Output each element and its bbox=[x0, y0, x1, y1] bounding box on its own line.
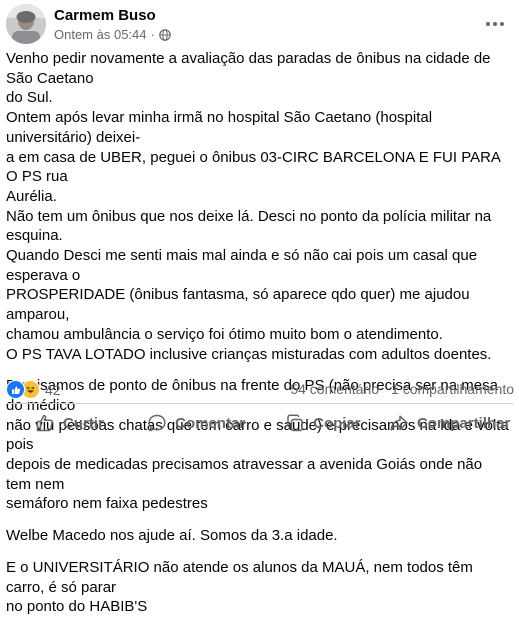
comment-label: Comentar bbox=[175, 414, 246, 432]
post-text-line: PROSPERIDADE (ônibus fantasma, só aparec… bbox=[6, 286, 470, 324]
post-text-line: O PS TAVA LOTADO inclusive crianças mist… bbox=[6, 345, 492, 363]
more-dots-icon bbox=[486, 22, 490, 26]
post-paragraph: Welbe Macedo nos ajude aí. Somos da 3.a … bbox=[6, 526, 511, 546]
post-paragraph: E o UNIVERSITÁRIO não atende os alunos d… bbox=[6, 558, 511, 617]
reactions-count: 42 bbox=[45, 381, 61, 398]
post-meta: Ontem às 05:44 · bbox=[54, 27, 171, 42]
author-name[interactable]: Carmem Buso bbox=[54, 7, 156, 24]
share-icon bbox=[390, 415, 408, 431]
more-options-button[interactable] bbox=[483, 12, 507, 36]
post-timestamp[interactable]: Ontem às 05:44 bbox=[54, 27, 147, 42]
post-text-line: Venho pedir novamente a avaliação das pa… bbox=[6, 50, 491, 87]
post-text-line: E o UNIVERSITÁRIO não atende os alunos d… bbox=[6, 558, 473, 596]
post-text-line: Quando Desci me senti mais mal ainda e s… bbox=[6, 247, 478, 284]
share-label: Compartilhar bbox=[416, 414, 511, 432]
post-text-line: chamou ambulância o serviço foi ótimo mu… bbox=[6, 325, 443, 343]
post-text-line: Não tem um ônibus que nos deixe lá. Desc… bbox=[6, 207, 492, 245]
post-text-line: no ponto do HABIB'S bbox=[6, 598, 148, 616]
comment-icon bbox=[148, 414, 166, 432]
shares-count-link[interactable]: 1 compartilhamento bbox=[391, 381, 514, 397]
comment-button[interactable]: Comentar bbox=[133, 405, 260, 441]
post-paragraph: Venho pedir novamente a avaliação das pa… bbox=[6, 49, 511, 364]
reactions-summary[interactable]: 42 bbox=[6, 380, 61, 399]
post-text-line: semáforo nem faixa pedestres bbox=[6, 495, 208, 513]
copy-label: Copiar bbox=[313, 414, 361, 432]
post-text-line: Ontem após levar minha irmã no hospital … bbox=[6, 109, 433, 146]
post-text-line: Welbe Macedo nos ajude aí. Somos da 3.a … bbox=[6, 527, 338, 545]
actions-divider bbox=[6, 403, 513, 404]
post-text-line: depois de medicadas precisamos atravessa… bbox=[6, 456, 483, 493]
post-text-line: a em casa de UBER, peguei o ônibus 03-CI… bbox=[6, 148, 501, 186]
avatar[interactable] bbox=[6, 4, 46, 44]
like-icon bbox=[6, 380, 25, 399]
post-text-line: do Sul. bbox=[6, 89, 53, 107]
facebook-post: Carmem Buso Ontem às 05:44 · Venho pedir… bbox=[0, 0, 519, 615]
globe-icon bbox=[159, 28, 171, 41]
comments-count-link[interactable]: 54 comentário bbox=[290, 381, 379, 397]
post-header: Carmem Buso Ontem às 05:44 · bbox=[6, 4, 513, 44]
stats-right: 54 comentário 1 compartilhamento bbox=[290, 381, 514, 397]
like-button[interactable]: Curtir bbox=[6, 405, 133, 441]
post-text-line: Aurélia. bbox=[6, 187, 57, 205]
share-button[interactable]: Compartilhar bbox=[386, 405, 513, 441]
meta-separator: · bbox=[150, 27, 155, 42]
copy-icon bbox=[287, 414, 303, 432]
thumbs-up-icon bbox=[36, 414, 53, 432]
copy-button[interactable]: Copiar bbox=[260, 405, 387, 441]
post-actions: Curtir Comentar Copiar Compartilhar bbox=[6, 405, 513, 441]
post-stats: 42 54 comentário 1 compartilhamento bbox=[6, 378, 514, 400]
post-text: Venho pedir novamente a avaliação das pa… bbox=[6, 49, 511, 629]
like-label: Curtir bbox=[62, 414, 104, 432]
